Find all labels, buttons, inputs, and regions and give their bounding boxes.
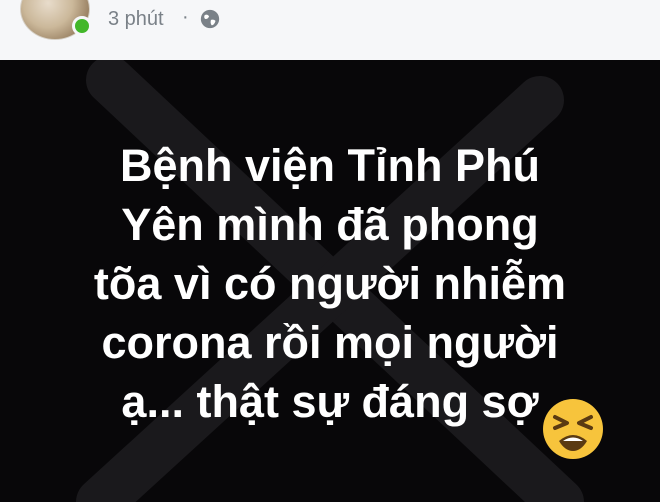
separator-dot: · bbox=[182, 6, 189, 28]
online-status-dot bbox=[72, 16, 92, 36]
post-header: 3 phút · bbox=[0, 0, 660, 60]
text-line-4: corona rồi mọi người bbox=[101, 317, 559, 368]
post-timestamp[interactable]: 3 phút bbox=[108, 8, 164, 31]
text-line-5: ạ... thật sự đáng sợ bbox=[121, 376, 539, 427]
text-line-1: Bệnh viện Tỉnh Phú bbox=[119, 140, 540, 191]
globe-icon[interactable] bbox=[199, 8, 221, 30]
post-image-text: Bệnh viện Tỉnh Phú Yên mình đã phong tõa… bbox=[40, 136, 620, 431]
post-image[interactable]: Bệnh viện Tỉnh Phú Yên mình đã phong tõa… bbox=[0, 60, 660, 502]
tired-face-emoji bbox=[543, 399, 603, 459]
text-line-3: tõa vì có người nhiễm bbox=[93, 258, 567, 309]
text-line-2: Yên mình đã phong bbox=[121, 199, 539, 250]
